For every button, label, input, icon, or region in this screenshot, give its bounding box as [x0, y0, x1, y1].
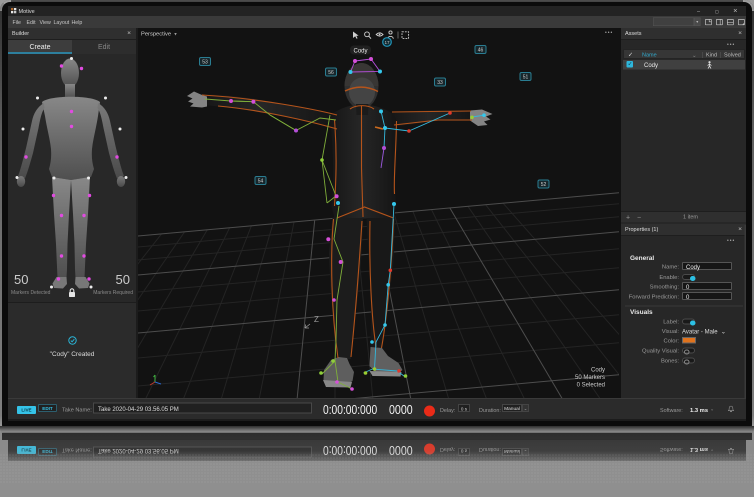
- svg-text:46: 46: [478, 48, 484, 54]
- svg-text:52: 52: [541, 182, 547, 188]
- svg-text:56: 56: [328, 70, 334, 76]
- svg-text:Z: Z: [314, 315, 319, 324]
- svg-text:Cody: Cody: [353, 49, 367, 55]
- svg-text:54: 54: [258, 179, 264, 185]
- svg-text:51: 51: [523, 75, 529, 81]
- svg-text:17: 17: [384, 40, 390, 45]
- svg-text:33: 33: [437, 80, 443, 86]
- svg-text:53: 53: [202, 60, 208, 66]
